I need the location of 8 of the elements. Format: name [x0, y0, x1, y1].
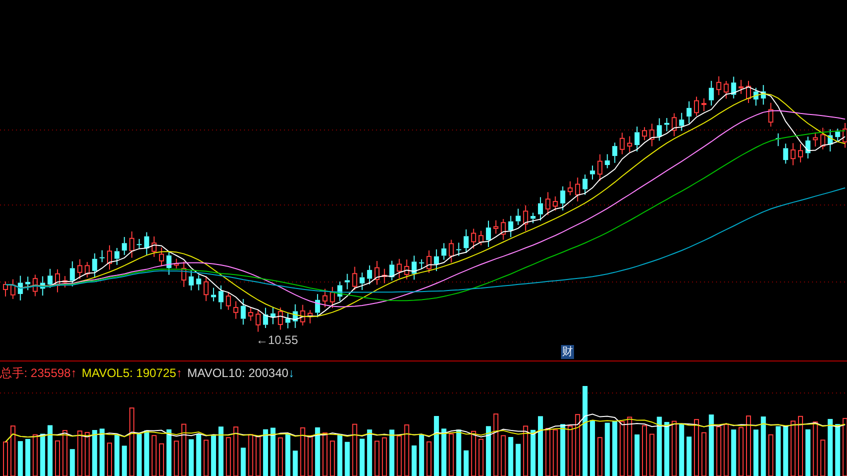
event-badge: 财	[561, 345, 574, 359]
trend-arrow: ↓	[288, 366, 294, 380]
low-price-label: ←10.55	[256, 333, 298, 347]
trend-arrow: ↑	[176, 366, 182, 380]
legend-label: 总手: 235598	[0, 366, 71, 380]
trend-arrow: ↑	[70, 366, 77, 380]
legend-label: MAVOL5: 190725	[82, 366, 176, 380]
legend-label: MAVOL10: 200340	[187, 366, 288, 380]
